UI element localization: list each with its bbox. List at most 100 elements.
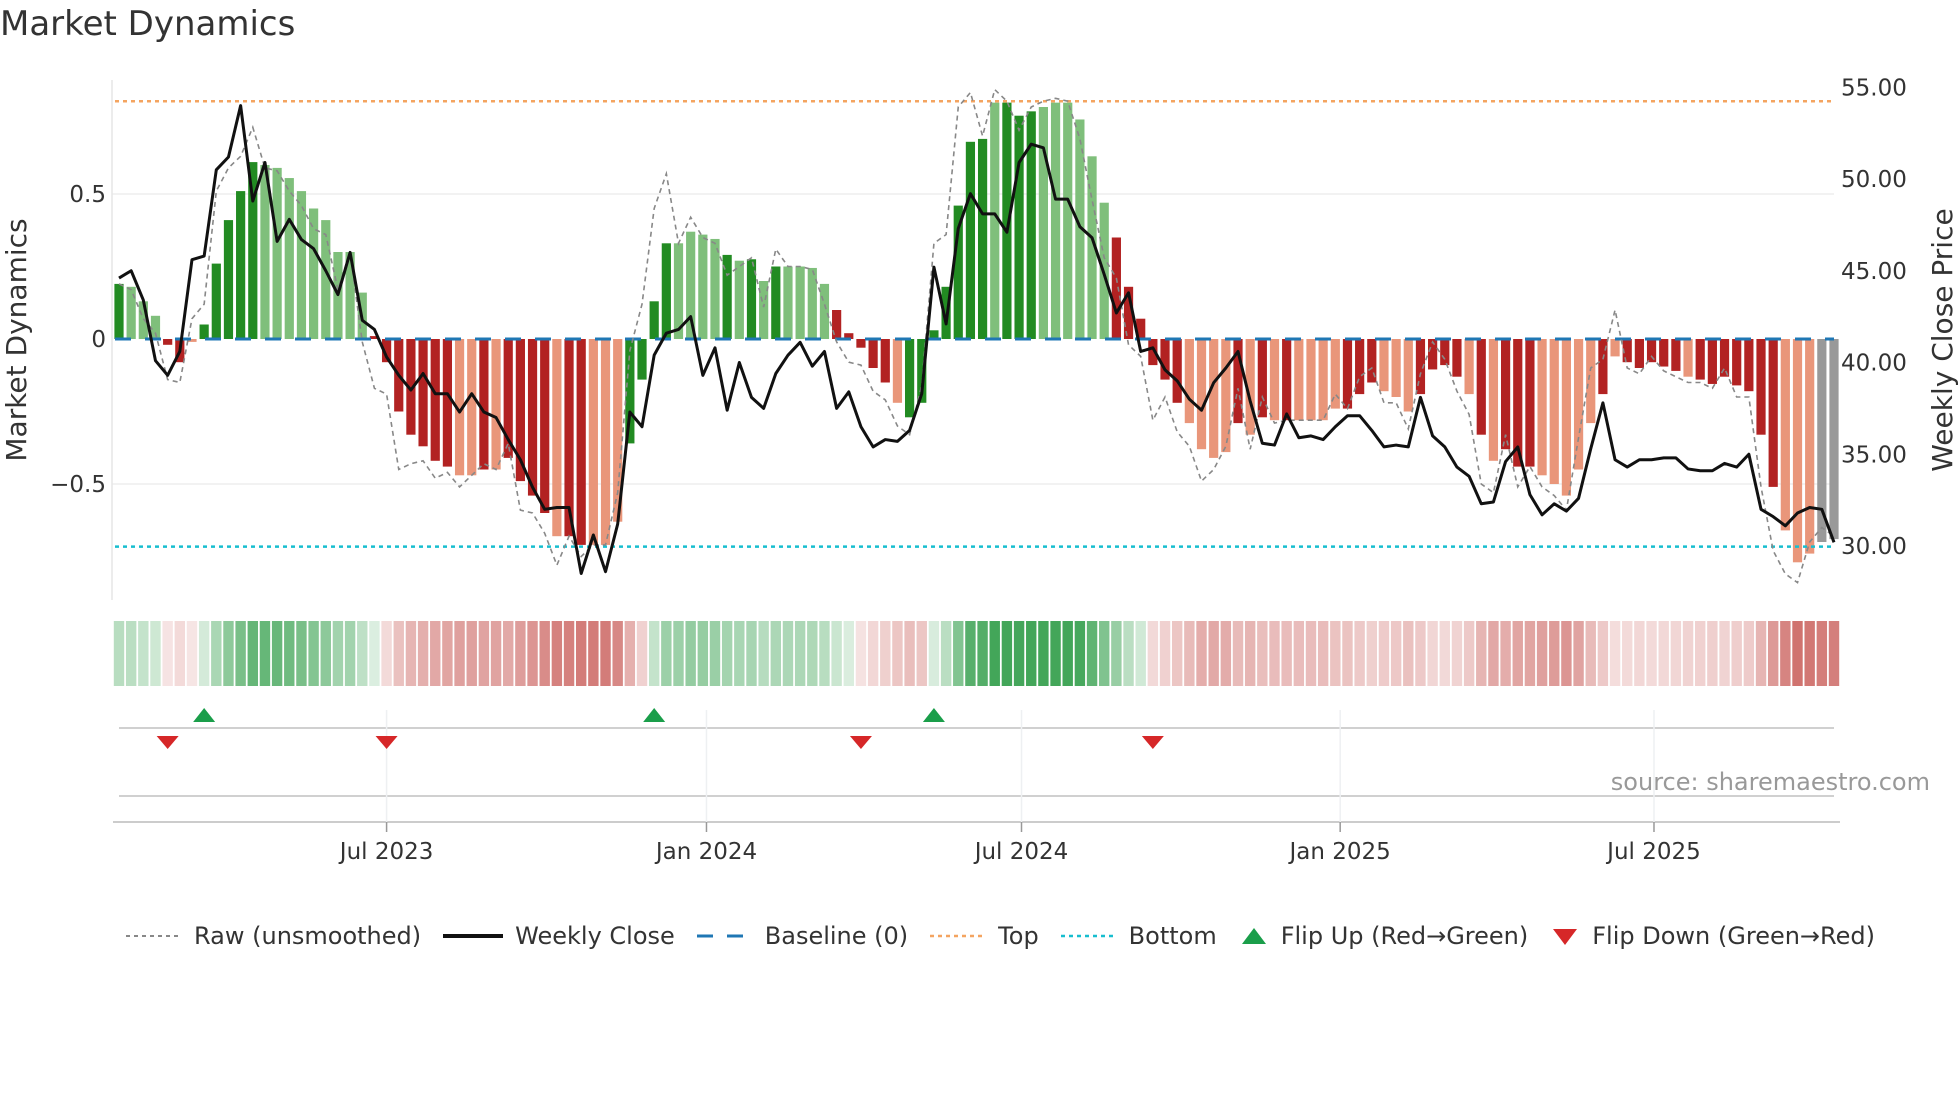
heat-strip-cell (1038, 621, 1049, 686)
dynamics-bar (832, 310, 842, 339)
heat-strip-cell (831, 621, 842, 686)
x-tick-label: Jul 2025 (1605, 839, 1701, 865)
dynamics-bar (819, 283, 830, 339)
heat-strip-cell (1208, 621, 1219, 686)
heat-strip-cell (1500, 621, 1511, 686)
heat-strip-cell (357, 621, 368, 686)
legend-item-raw: Raw (unsmoothed) (126, 922, 421, 950)
heat-strip-cell (734, 621, 745, 686)
dynamics-bar (1646, 339, 1657, 363)
dynamics-bar (223, 220, 234, 339)
dynamics-bar (1196, 339, 1207, 450)
legend-label: Bottom (1128, 922, 1217, 950)
heat-strip-cell (904, 621, 915, 686)
dynamics-bar (1719, 339, 1730, 377)
heat-strip-cell (1512, 621, 1523, 686)
heat-strip-cell (1488, 621, 1499, 686)
dynamics-bar (1829, 339, 1839, 540)
heat-strip-cell (503, 621, 514, 686)
flip-down-marker (156, 736, 179, 749)
triangle-up-icon (1241, 928, 1266, 944)
dynamics-bar (1184, 339, 1194, 424)
heat-strip-cell (819, 621, 830, 686)
heat-strip-cell (1390, 621, 1402, 686)
heat-strip-cell (636, 621, 648, 686)
heat-strip-cell (320, 621, 331, 686)
heat-strip-cell (770, 621, 782, 686)
heat-strip-cell (867, 621, 879, 686)
dynamics-bar (236, 191, 246, 339)
dynamics-bar (1403, 339, 1413, 412)
y-tick-label: 0.5 (69, 182, 106, 208)
dynamics-bar (807, 267, 817, 339)
dynamics-bar (1805, 339, 1815, 554)
dotted-line-icon (1060, 934, 1117, 938)
heat-strip-cell (1074, 621, 1086, 686)
dynamics-bar (905, 339, 915, 418)
heat-strip-cell (259, 621, 271, 686)
x-tick-label: Jul 2023 (338, 839, 434, 865)
heat-strip-cell (1476, 621, 1487, 686)
heat-strip-cell (490, 621, 502, 686)
y2-tick-label: 50.00 (1841, 167, 1907, 193)
legend-label: Flip Down (Green→Red) (1592, 922, 1875, 950)
dynamics-bar (1440, 339, 1450, 366)
heat-strip-cell (709, 621, 721, 686)
heat-strip-cell (673, 621, 684, 686)
legend-item-weekly-close: Weekly Close (443, 922, 675, 950)
heat-strip-cell (138, 621, 149, 686)
heat-strip-cell (1682, 621, 1694, 686)
dynamics-bar (1537, 339, 1547, 476)
heat-strip-cell (198, 621, 210, 686)
heat-strip-cell (1099, 621, 1110, 686)
heat-strip-cell (442, 621, 453, 686)
heat-strip-cell (1573, 621, 1584, 686)
heat-strip-cell (1196, 621, 1207, 686)
heat-strip-cell (308, 621, 319, 686)
flip-up-marker (922, 708, 945, 722)
y-tick-label: −0.5 (50, 472, 106, 498)
dynamics-bar (1391, 339, 1401, 397)
heat-strip-cell (612, 621, 623, 686)
heat-strip-cell (1816, 621, 1828, 686)
heat-strip-cell (1281, 621, 1292, 686)
dynamics-bar (284, 178, 294, 339)
dynamics-bar (1732, 339, 1742, 386)
dynamics-bar (1792, 339, 1803, 563)
heat-strip-cell (1317, 621, 1329, 686)
dynamics-bar (795, 266, 805, 339)
dynamics-bar (211, 263, 221, 339)
heat-strip-cell (661, 621, 672, 686)
heat-strip-cell (1439, 621, 1450, 686)
dynamics-bar (126, 286, 136, 339)
heat-strip-cell (1111, 621, 1122, 686)
dotted-line-icon (930, 934, 987, 938)
legend-label: Top (998, 922, 1039, 950)
dynamics-bar (1586, 339, 1596, 424)
dynamics-bar (114, 283, 124, 339)
solid-line-icon (443, 934, 504, 938)
dynamics-bar (1744, 339, 1754, 392)
dynamics-bar (199, 324, 209, 339)
heat-strip-cell (1305, 621, 1317, 686)
dynamics-bar (600, 339, 611, 545)
heat-strip-cell (575, 621, 587, 686)
flip-down-marker (375, 736, 398, 749)
dynamics-bar (1063, 102, 1073, 340)
dynamics-bar (1306, 339, 1316, 421)
dynamics-bar (1780, 339, 1790, 531)
flip-down-marker (1141, 736, 1164, 749)
heat-strip-cell (600, 621, 611, 686)
heat-strip-cell (454, 621, 465, 686)
dynamics-bar (625, 339, 635, 444)
legend-label: Baseline (0) (764, 922, 909, 950)
heat-strip-cell (1767, 621, 1779, 686)
heat-strip-cell (1451, 621, 1463, 686)
y2-tick-label: 55.00 (1841, 75, 1907, 101)
heat-strip-cell (162, 621, 173, 686)
flip-up-marker (643, 708, 666, 722)
heat-strip-cell (539, 621, 550, 686)
dynamics-bar (272, 167, 282, 339)
source-label: source: sharemaestro.com (1610, 768, 1930, 796)
heat-strip-cell (892, 621, 903, 686)
